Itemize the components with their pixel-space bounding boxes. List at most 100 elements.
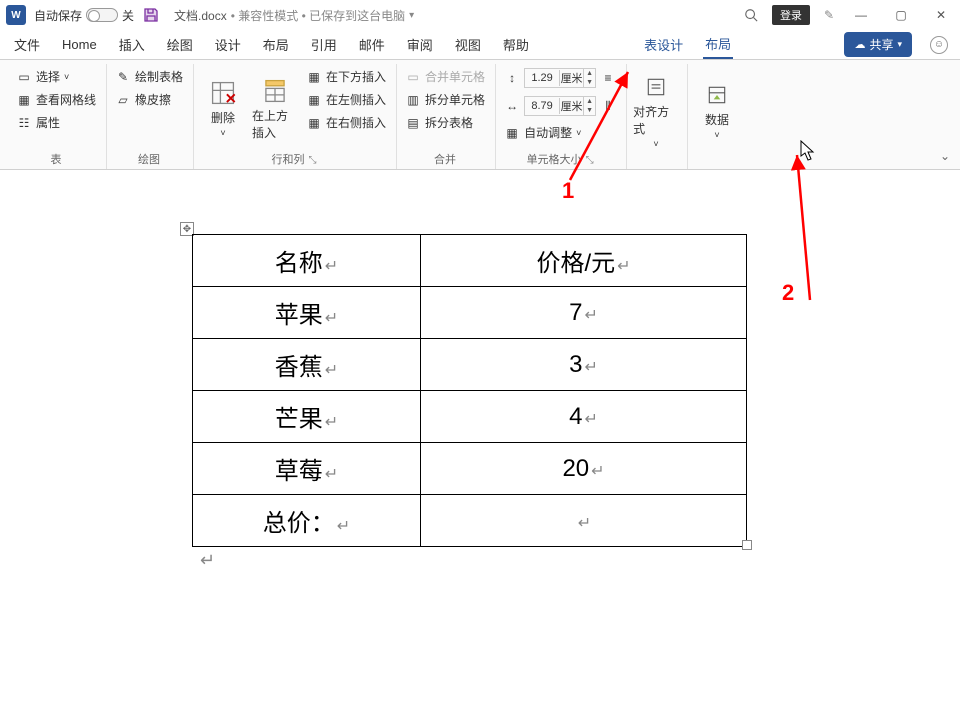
group-label-data <box>694 155 740 169</box>
maximize-button[interactable]: ▢ <box>888 8 914 22</box>
login-button[interactable]: 登录 <box>772 5 810 25</box>
ribbon-group-merge: ▭合并单元格 ▥拆分单元格 ▤拆分表格 合并 <box>397 64 496 169</box>
tab-draw[interactable]: 绘图 <box>165 31 195 58</box>
alignment-button[interactable]: 对齐方式˅ <box>633 66 679 155</box>
tab-review[interactable]: 审阅 <box>405 31 435 58</box>
menu-tabs: 文件 Home 插入 绘图 设计 布局 引用 邮件 审阅 视图 帮助 表设计 布… <box>0 30 960 60</box>
switch-icon[interactable] <box>86 8 118 22</box>
split-table-button[interactable]: ▤拆分表格 <box>403 112 487 133</box>
col-width-control[interactable]: ↔ 8.79厘米▲▼ ⦀ <box>502 94 618 118</box>
table-resize-handle-icon[interactable] <box>742 540 752 550</box>
para-mark-icon: ↵ <box>584 411 597 428</box>
autosave-toggle[interactable]: 自动保存 关 <box>34 7 134 24</box>
insert-below-button[interactable]: ▦在下方插入 <box>304 66 388 87</box>
group-label-table: 表 <box>14 151 98 169</box>
gridlines-button[interactable]: ▦查看网格线 <box>14 89 98 110</box>
table-cell[interactable]: 草莓↵ <box>193 443 421 495</box>
group-label-align <box>633 155 679 169</box>
data-button[interactable]: 数据˅ <box>694 66 740 155</box>
document-area[interactable]: ✥ 名称↵价格/元↵ 苹果↵7↵ 香蕉↵3↵ 芒果↵4↵ 草莓↵20↵ 总价：↵… <box>0 170 960 720</box>
merge-cells-button[interactable]: ▭合并单元格 <box>403 66 487 87</box>
table-cell[interactable]: 3↵ <box>421 339 747 391</box>
table-cell[interactable]: ↵ <box>421 495 747 547</box>
table-row: 香蕉↵3↵ <box>193 339 747 391</box>
dialog-launcher-icon[interactable]: ⤡ <box>586 155 594 166</box>
tab-mailings[interactable]: 邮件 <box>357 31 387 58</box>
table-cell[interactable]: 4↵ <box>421 391 747 443</box>
ribbon-group-table: ▭选择 ˅ ▦查看网格线 ☷属性 表 <box>8 64 107 169</box>
table-cell[interactable]: 香蕉↵ <box>193 339 421 391</box>
insert-above-button[interactable]: 在上方插入 <box>252 66 298 151</box>
smiley-icon[interactable]: ☺ <box>930 36 948 54</box>
table-row: 草莓↵20↵ <box>193 443 747 495</box>
autofit-button[interactable]: ▦自动调整 ˅ <box>502 122 618 143</box>
table-cell[interactable]: 总价：↵ <box>193 495 421 547</box>
properties-button[interactable]: ☷属性 <box>14 112 98 133</box>
group-label-merge: 合并 <box>403 151 487 169</box>
split-cells-button[interactable]: ▥拆分单元格 <box>403 89 487 110</box>
tab-design[interactable]: 设计 <box>213 31 243 58</box>
select-button[interactable]: ▭选择 ˅ <box>14 66 98 87</box>
distribute-cols-icon[interactable]: ⦀ <box>600 98 616 114</box>
annotation-2: 2 <box>782 280 794 306</box>
autosave-state: 关 <box>122 7 134 24</box>
share-button[interactable]: ☁共享▾ <box>844 32 912 57</box>
insert-left-button[interactable]: ▦在左侧插入 <box>304 89 388 110</box>
feedback-icon[interactable]: ✎ <box>824 8 834 22</box>
share-label: 共享 <box>869 36 893 53</box>
dialog-launcher-icon[interactable]: ⤡ <box>309 155 317 166</box>
price-table[interactable]: 名称↵价格/元↵ 苹果↵7↵ 香蕉↵3↵ 芒果↵4↵ 草莓↵20↵ 总价：↵↵ <box>192 234 747 547</box>
table-cell[interactable]: 价格/元↵ <box>421 235 747 287</box>
table-cell[interactable]: 芒果↵ <box>193 391 421 443</box>
cursor-icon: ▭ <box>16 69 32 85</box>
document-subtitle: • 兼容性模式 • 已保存到这台电脑 <box>231 7 405 24</box>
collapse-ribbon-icon[interactable]: ⌄ <box>940 149 950 163</box>
tab-file[interactable]: 文件 <box>12 31 42 58</box>
paragraph-mark-icon: ↵ <box>200 550 215 571</box>
para-mark-icon: ↵ <box>325 310 338 327</box>
tab-layout[interactable]: 布局 <box>261 31 291 58</box>
para-mark-icon: ↵ <box>337 518 350 535</box>
chevron-down-icon[interactable]: ▾ <box>409 10 414 21</box>
tab-insert[interactable]: 插入 <box>117 31 147 58</box>
table-cell[interactable]: 7↵ <box>421 287 747 339</box>
distribute-rows-icon[interactable]: ≡ <box>600 70 616 86</box>
group-label-size: 单元格大小⤡ <box>502 151 618 169</box>
tab-table-design[interactable]: 表设计 <box>642 31 685 58</box>
spinner-icon[interactable]: ▲▼ <box>583 69 595 87</box>
group-label-draw: 绘图 <box>113 151 185 169</box>
para-mark-icon: ↵ <box>584 359 597 376</box>
table-row: 苹果↵7↵ <box>193 287 747 339</box>
tab-view[interactable]: 视图 <box>453 31 483 58</box>
table-cell[interactable]: 名称↵ <box>193 235 421 287</box>
tab-table-layout[interactable]: 布局 <box>703 30 733 59</box>
para-mark-icon: ↵ <box>325 258 338 275</box>
tab-home[interactable]: Home <box>60 33 99 56</box>
close-button[interactable]: ✕ <box>928 8 954 22</box>
ribbon-group-rowcol: 删除˅ 在上方插入 ▦在下方插入 ▦在左侧插入 ▦在右侧插入 行和列⤡ <box>194 64 397 169</box>
ribbon-group-data: 数据˅ <box>688 64 748 169</box>
row-height-control[interactable]: ↕ 1.29厘米▲▼ ≡ <box>502 66 618 90</box>
ribbon-group-size: ↕ 1.29厘米▲▼ ≡ ↔ 8.79厘米▲▼ ⦀ ▦自动调整 ˅ 单元格大小⤡ <box>496 64 627 169</box>
autosave-label: 自动保存 <box>34 7 82 24</box>
properties-icon: ☷ <box>16 115 32 131</box>
search-icon[interactable] <box>744 8 758 22</box>
table-cell[interactable]: 20↵ <box>421 443 747 495</box>
minimize-button[interactable]: — <box>848 8 874 22</box>
delete-button[interactable]: 删除˅ <box>200 66 246 151</box>
save-icon[interactable] <box>142 6 160 24</box>
grid-icon: ▦ <box>16 92 32 108</box>
insert-right-button[interactable]: ▦在右侧插入 <box>304 112 388 133</box>
eraser-button[interactable]: ▱橡皮擦 <box>113 89 185 110</box>
para-mark-icon: ↵ <box>325 466 338 483</box>
draw-table-button[interactable]: ✎绘制表格 <box>113 66 185 87</box>
pencil-icon: ✎ <box>115 69 131 85</box>
spinner-icon[interactable]: ▲▼ <box>583 97 595 115</box>
annotation-1: 1 <box>562 178 574 204</box>
align-icon <box>642 73 670 101</box>
tab-help[interactable]: 帮助 <box>501 31 531 58</box>
data-icon <box>703 81 731 109</box>
eraser-icon: ▱ <box>115 92 131 108</box>
tab-references[interactable]: 引用 <box>309 31 339 58</box>
table-cell[interactable]: 苹果↵ <box>193 287 421 339</box>
